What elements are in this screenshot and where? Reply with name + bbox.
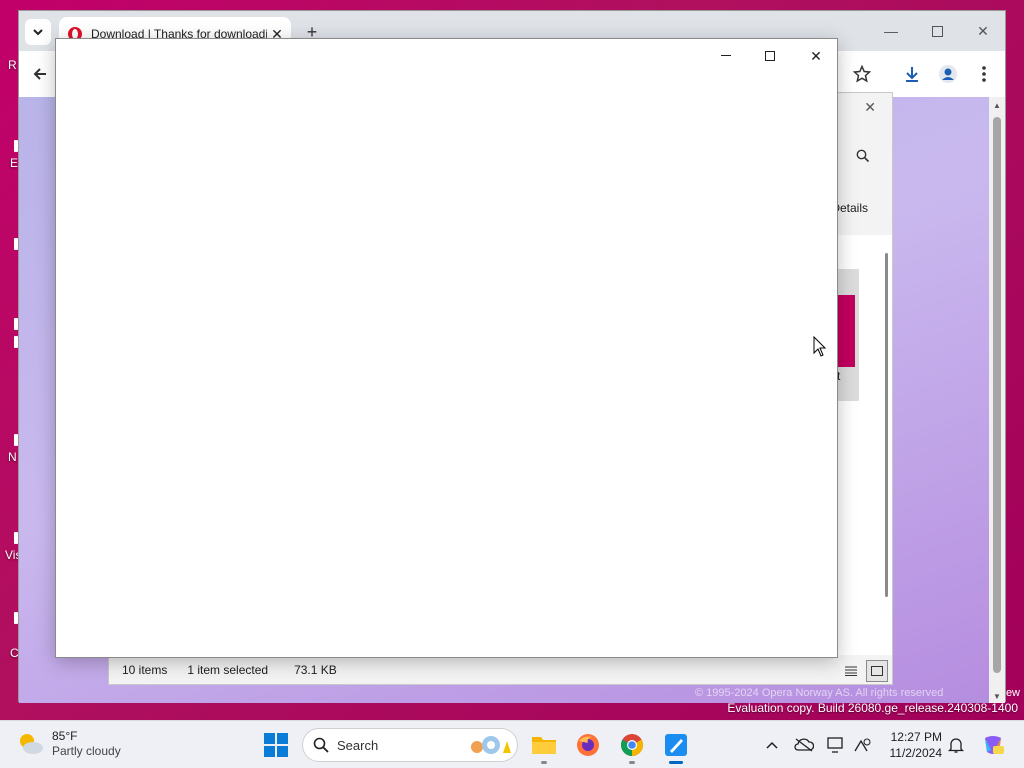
clock-date: 11/2/2024 — [889, 746, 943, 760]
chevron-down-icon — [33, 29, 43, 36]
selection-size: 73.1 KB — [294, 663, 337, 677]
bookmark-star-icon[interactable] — [851, 63, 873, 85]
minimize-icon[interactable] — [712, 45, 740, 67]
system-clock[interactable]: 12:27 PM 11/2/2024 — [880, 729, 943, 761]
partly-cloudy-icon — [20, 734, 43, 754]
paint-app-icon[interactable] — [662, 731, 690, 764]
back-arrow-icon[interactable] — [29, 63, 51, 85]
page-footer-text: © 1995-2024 Opera Norway AS. All rights … — [695, 687, 944, 699]
search-icon — [313, 737, 329, 753]
close-icon[interactable]: ✕ — [864, 99, 876, 116]
download-icon[interactable] — [901, 63, 923, 85]
search-icon[interactable] — [856, 149, 870, 166]
maximize-icon[interactable] — [927, 21, 947, 41]
onedrive-offline-icon[interactable] — [794, 735, 814, 755]
chevron-up-icon[interactable] — [762, 735, 782, 755]
search-highlight-icon — [471, 736, 511, 754]
firefox-icon[interactable] — [574, 731, 602, 759]
notification-bell-icon[interactable] — [946, 735, 966, 755]
scroll-up-icon[interactable]: ▲ — [993, 101, 1001, 110]
network-status-icon[interactable] — [852, 735, 872, 755]
windows-start-icon[interactable] — [264, 733, 288, 757]
chrome-icon[interactable] — [618, 731, 646, 764]
weather-desc: Partly cloudy — [52, 744, 121, 758]
close-icon[interactable]: ✕ — [802, 45, 830, 67]
taskbar: 85°F Partly cloudy Search 12:27 PM 11/2/… — [0, 720, 1024, 768]
evaluation-watermark: Evaluation copy. Build 26080.ge_release.… — [727, 701, 1018, 715]
desktop-icon-label[interactable]: R — [8, 58, 17, 72]
desktop-icon-label[interactable]: E — [10, 156, 18, 170]
explorer-statusbar: 10 items 1 item selected 73.1 KB — [109, 656, 892, 684]
mouse-cursor-icon — [813, 336, 827, 357]
page-scrollbar[interactable]: ▲ ▼ — [989, 97, 1005, 703]
desktop-icon-label[interactable]: N — [8, 450, 17, 464]
explorer-scrollbar[interactable] — [885, 253, 888, 597]
item-count: 10 items — [122, 663, 168, 677]
tab-menu-button[interactable] — [25, 19, 51, 45]
search-placeholder: Search — [337, 737, 379, 753]
more-menu-icon[interactable] — [973, 63, 995, 85]
maximize-icon[interactable] — [756, 45, 784, 67]
copilot-icon[interactable] — [980, 735, 1006, 755]
large-icons-view-icon[interactable] — [866, 660, 888, 682]
display-icon[interactable] — [826, 735, 846, 755]
edge-text: ew — [1005, 687, 1020, 699]
blank-popup-window: ✕ — [55, 38, 838, 658]
clock-time: 12:27 PM — [890, 730, 942, 744]
close-window-icon[interactable]: ✕ — [973, 21, 993, 41]
minimize-icon[interactable]: — — [881, 21, 901, 41]
scroll-thumb[interactable] — [993, 117, 1001, 673]
weather-widget[interactable]: 85°F Partly cloudy — [16, 729, 121, 759]
weather-temp: 85°F — [52, 729, 78, 743]
profile-icon[interactable] — [937, 63, 959, 85]
scroll-down-icon[interactable]: ▼ — [993, 692, 1001, 701]
selection-status: 1 item selected — [187, 663, 269, 677]
details-view-icon[interactable] — [840, 660, 862, 682]
taskbar-search[interactable]: Search — [302, 728, 518, 762]
file-explorer-icon[interactable] — [530, 731, 558, 764]
file-thumbnail — [837, 295, 855, 367]
